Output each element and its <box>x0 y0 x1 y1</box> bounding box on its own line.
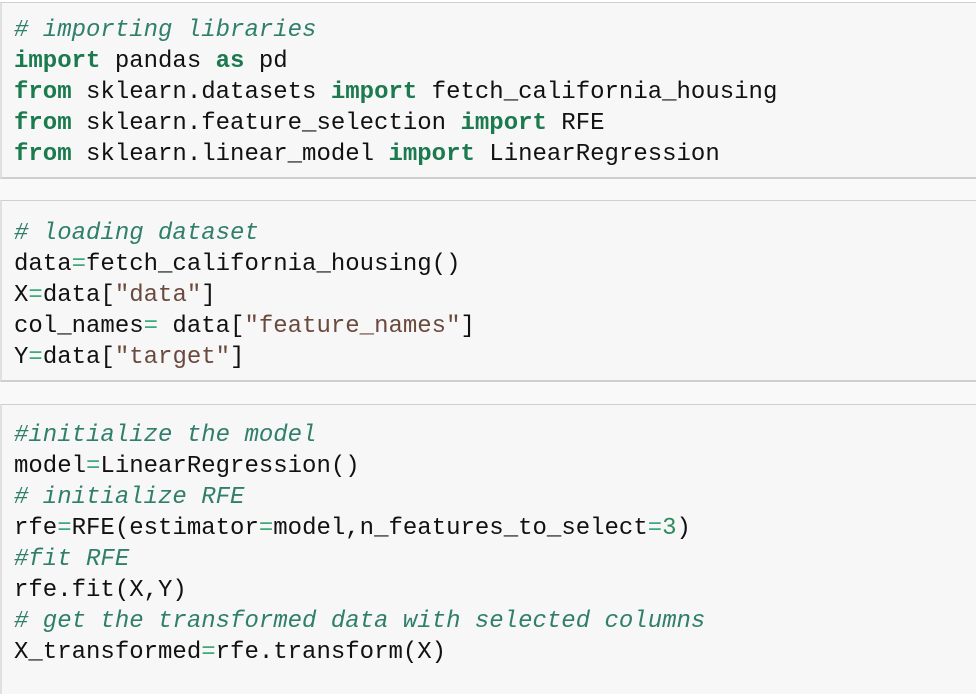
cell-gap <box>0 179 976 200</box>
code-comment: # loading dataset <box>14 220 259 247</box>
code-line: # loading dataset <box>14 218 475 249</box>
code-cell-imports[interactable]: # importing libraries import pandas as pd… <box>0 2 976 179</box>
code-string: "target" <box>114 344 231 371</box>
code-text: X_transformed <box>14 639 202 666</box>
code-text: RFE <box>546 110 605 137</box>
code-keyword: from <box>14 141 72 168</box>
code-text: LinearRegression <box>474 141 720 168</box>
code-text: fetch_california_housing <box>417 79 778 106</box>
code-editor[interactable]: # importing libraries import pandas as pd… <box>14 15 777 170</box>
code-comment: # initialize RFE <box>14 484 245 511</box>
code-line: X_transformed=rfe.transform(X) <box>14 637 705 668</box>
code-text: ] <box>201 282 216 309</box>
code-keyword: from <box>14 110 72 137</box>
code-line: #fit RFE <box>14 544 705 575</box>
code-operator: = <box>86 453 101 480</box>
code-line: from sklearn.linear_model import LinearR… <box>14 139 777 170</box>
code-keyword: import <box>14 48 101 75</box>
code-text: ) <box>676 515 691 542</box>
code-line: data=fetch_california_housing() <box>14 249 475 280</box>
code-number: 3 <box>662 515 677 542</box>
cell-gap <box>0 382 976 404</box>
code-keyword: import <box>388 141 475 168</box>
code-text: pd <box>244 48 288 75</box>
code-text: sklearn.linear_model <box>71 141 389 168</box>
code-text: data <box>14 251 72 278</box>
code-operator: = <box>258 515 274 542</box>
code-text: model <box>14 453 87 480</box>
code-line: # initialize RFE <box>14 482 705 513</box>
code-line: # get the transformed data with selected… <box>14 606 705 637</box>
code-text: Y <box>14 344 29 371</box>
code-line: Y=data["target"] <box>14 342 475 373</box>
code-operator: = <box>71 251 87 278</box>
code-keyword: from <box>14 79 72 106</box>
code-operator: = <box>28 344 43 371</box>
code-keyword: as <box>215 48 245 75</box>
code-line: col_names= data["feature_names"] <box>14 311 475 342</box>
code-editor[interactable]: # loading dataset data=fetch_california_h… <box>14 218 475 373</box>
code-comment: #initialize the model <box>14 422 317 449</box>
code-operator: = <box>57 515 72 542</box>
code-string: "data" <box>114 282 202 309</box>
code-editor[interactable]: #initialize the model model=LinearRegress… <box>14 420 705 668</box>
code-cell-rfe[interactable]: #initialize the model model=LinearRegress… <box>0 404 976 694</box>
code-operator: = <box>201 639 216 666</box>
code-text: ] <box>230 344 245 371</box>
code-comment: # get the transformed data with selected… <box>14 608 706 635</box>
code-line: import pandas as pd <box>14 46 777 77</box>
code-operator: = <box>143 313 159 340</box>
code-operator: = <box>647 515 663 542</box>
code-text: rfe.fit(X,Y) <box>14 577 187 604</box>
code-keyword: import <box>460 110 547 137</box>
code-text: RFE(estimator <box>71 515 259 542</box>
code-cell-load-dataset[interactable]: # loading dataset data=fetch_california_h… <box>0 200 976 382</box>
code-comment: # importing libraries <box>14 17 317 44</box>
code-text: model,n_features_to_select <box>273 515 648 542</box>
code-text: ] <box>460 313 475 340</box>
code-text: col_names <box>14 313 144 340</box>
code-line: #initialize the model <box>14 420 705 451</box>
code-text: pandas <box>100 48 216 75</box>
code-line: model=LinearRegression() <box>14 451 705 482</box>
code-text: X <box>14 282 29 309</box>
code-text: data[ <box>42 282 115 309</box>
code-line: from sklearn.datasets import fetch_calif… <box>14 77 777 108</box>
code-text: LinearRegression() <box>100 453 360 480</box>
code-line: X=data["data"] <box>14 280 475 311</box>
code-line: from sklearn.feature_selection import RF… <box>14 108 777 139</box>
code-text: sklearn.feature_selection <box>71 110 461 137</box>
code-line: rfe.fit(X,Y) <box>14 575 705 606</box>
code-line: # importing libraries <box>14 15 777 46</box>
code-text: data[ <box>158 313 245 340</box>
code-text: fetch_california_housing() <box>86 251 461 278</box>
code-text: rfe <box>14 515 58 542</box>
code-text: data[ <box>42 344 115 371</box>
code-string: "feature_names" <box>244 313 461 340</box>
code-text: rfe.transform(X) <box>215 639 447 666</box>
code-text: sklearn.datasets <box>71 79 331 106</box>
code-operator: = <box>28 282 43 309</box>
code-line: rfe=RFE(estimator=model,n_features_to_se… <box>14 513 705 544</box>
code-keyword: import <box>330 79 418 106</box>
code-comment: #fit RFE <box>14 546 130 573</box>
